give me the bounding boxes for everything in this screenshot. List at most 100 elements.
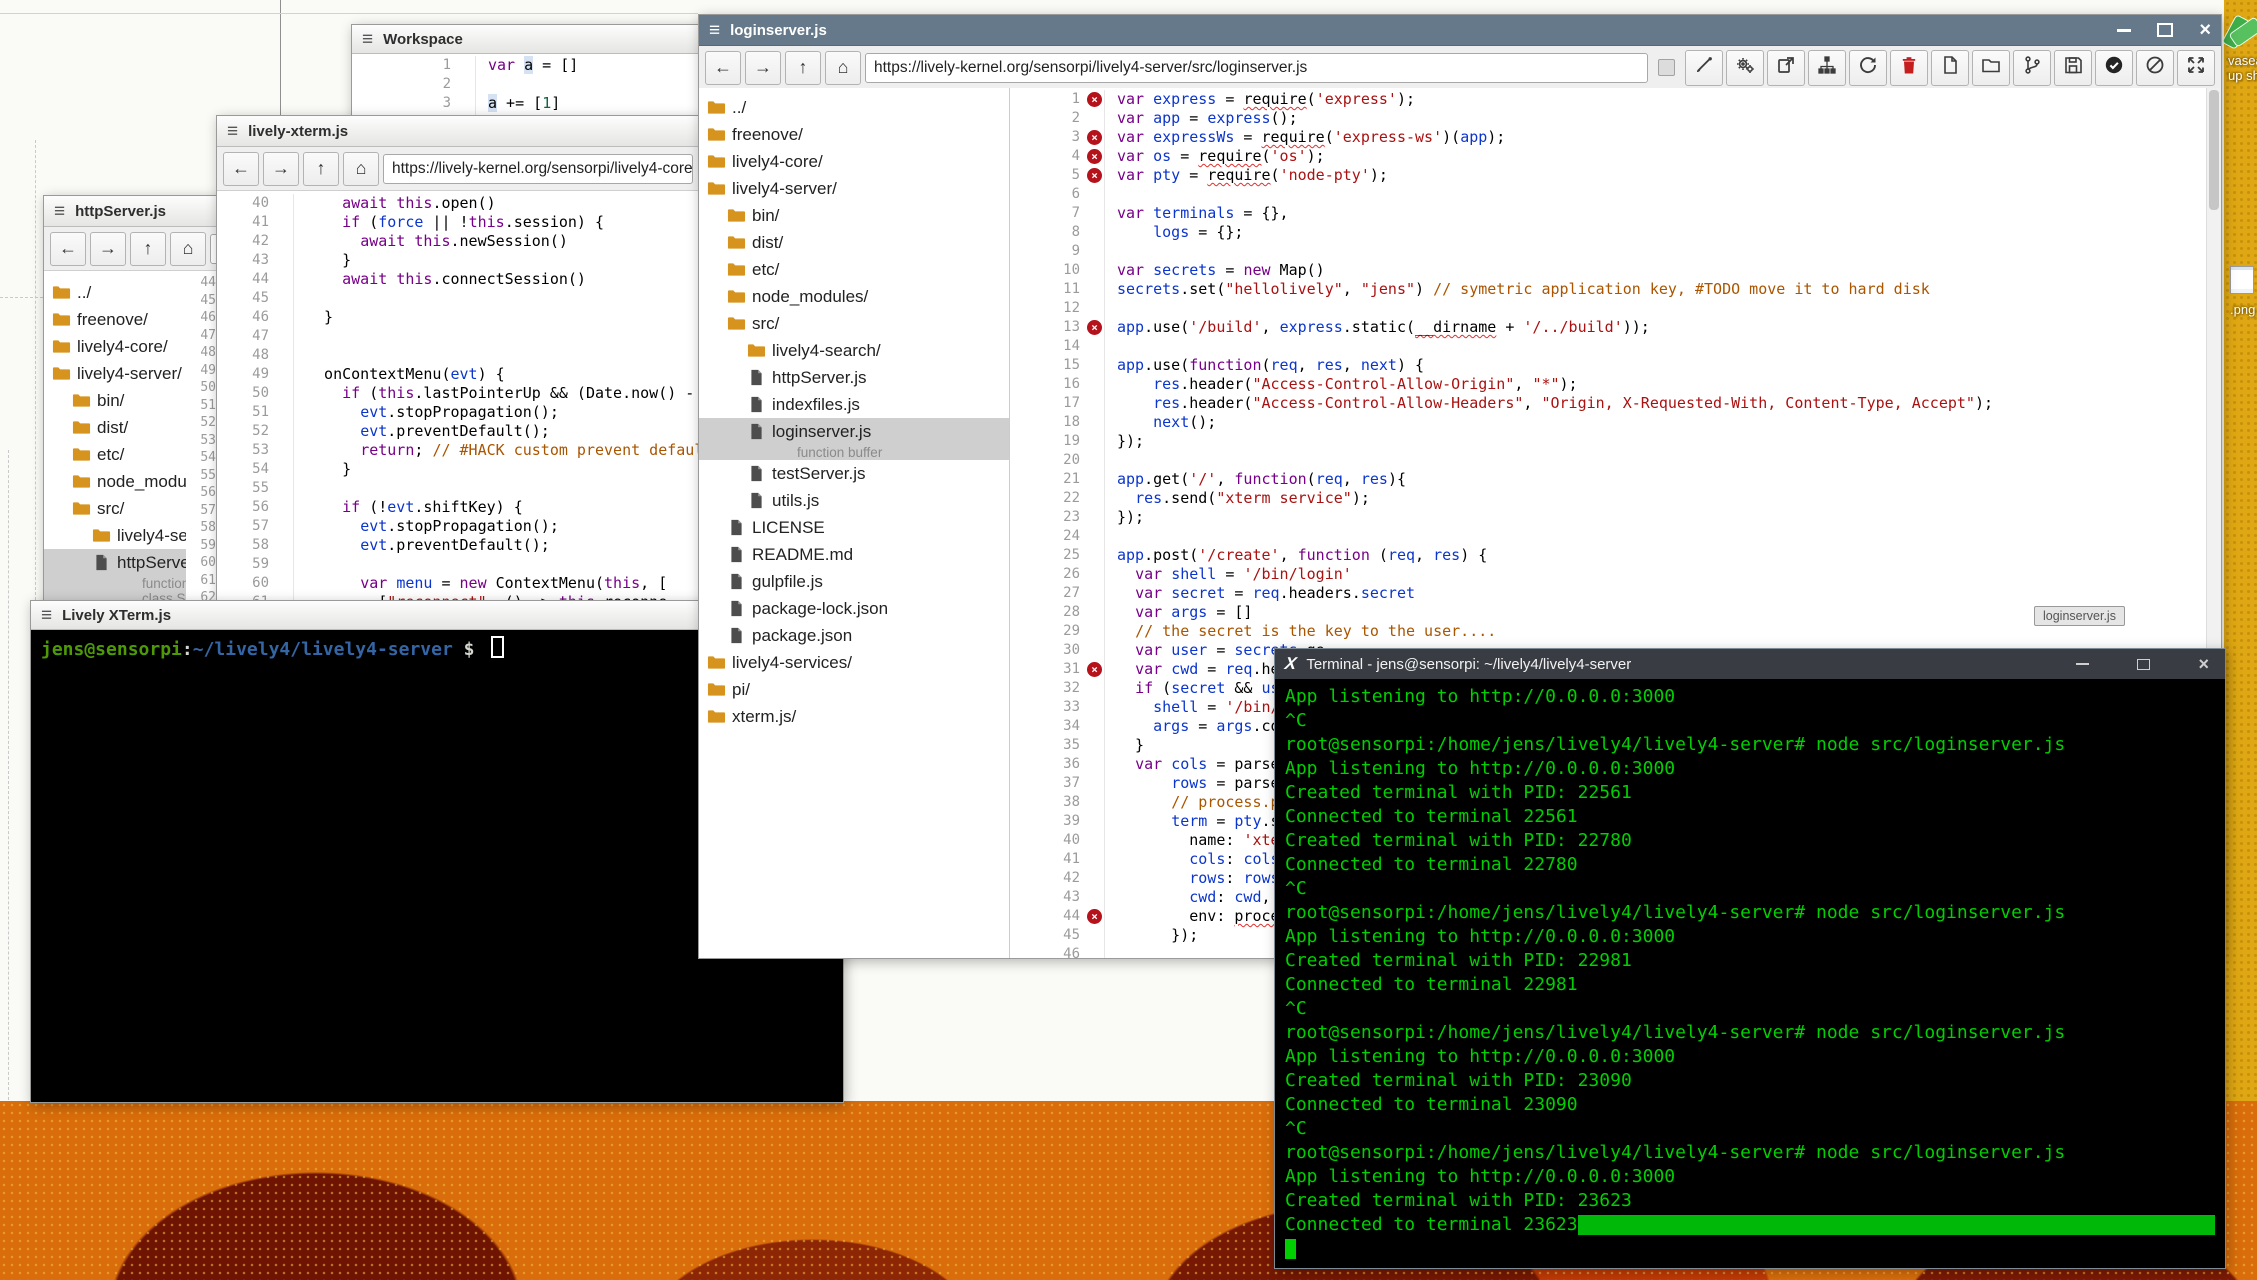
minimize-icon[interactable] xyxy=(2117,29,2131,32)
tree-item-src[interactable]: src/ xyxy=(44,495,186,522)
open-in-new-button[interactable] xyxy=(1767,50,1805,86)
gears-button[interactable] xyxy=(1726,50,1764,86)
menu-icon[interactable]: ≡ xyxy=(709,21,720,40)
tree-item-[interactable]: ../ xyxy=(44,279,186,306)
tree-item-node-modules[interactable]: node_modules/ xyxy=(44,468,186,495)
tree-item-bin[interactable]: bin/ xyxy=(699,202,1009,229)
tree-item-lively4-server[interactable]: lively4-server/ xyxy=(44,360,186,387)
sitemap-button[interactable] xyxy=(1808,50,1846,86)
tree-item-xterm-js[interactable]: xterm.js/ xyxy=(699,703,1009,730)
error-marker-icon[interactable]: × xyxy=(1087,662,1102,677)
error-marker-icon[interactable]: × xyxy=(1087,149,1102,164)
httpserver-line-numbers: 44454647484950515253545556575859606162 xyxy=(190,274,216,607)
workspace-titlebar[interactable]: ≡ Workspace xyxy=(352,25,752,54)
toolbar-checkbox[interactable] xyxy=(1658,59,1675,76)
menu-icon[interactable]: ≡ xyxy=(227,122,238,141)
refresh-button[interactable] xyxy=(1849,50,1887,86)
tree-item-license[interactable]: LICENSE xyxy=(699,514,1009,541)
tree-item-etc[interactable]: etc/ xyxy=(699,256,1009,283)
url-field[interactable]: https://lively-kernel.org/sensorpi/livel… xyxy=(865,53,1648,83)
forward-button[interactable]: → xyxy=(90,232,126,266)
save-button[interactable] xyxy=(2054,50,2092,86)
tree-item-src[interactable]: src/ xyxy=(699,310,1009,337)
tree-item-lively4-core[interactable]: lively4-core/ xyxy=(44,333,186,360)
menu-icon[interactable]: ≡ xyxy=(362,30,373,49)
tree-item-utils-js[interactable]: utils.js xyxy=(699,487,1009,514)
minimize-icon[interactable] xyxy=(2076,663,2089,665)
cancel-button[interactable] xyxy=(2136,50,2174,86)
forward-button[interactable]: → xyxy=(263,152,299,186)
tree-item-lively4-services[interactable]: lively4-services/ xyxy=(699,649,1009,676)
tree-item-pi[interactable]: pi/ xyxy=(699,676,1009,703)
tree-item-readme-md[interactable]: README.md xyxy=(699,541,1009,568)
up-button[interactable]: ↑ xyxy=(785,51,821,85)
home-button[interactable]: ⌂ xyxy=(343,152,379,186)
maximize-icon[interactable] xyxy=(2137,659,2150,670)
error-marker-icon[interactable]: × xyxy=(1087,130,1102,145)
desktop-icon-png-image[interactable]: .png xyxy=(2230,266,2255,317)
tree-item-httpserver-js[interactable]: httpServer.js xyxy=(699,364,1009,391)
trash-button[interactable] xyxy=(1890,50,1928,86)
accept-button[interactable] xyxy=(2095,50,2133,86)
home-button[interactable]: ⌂ xyxy=(825,51,861,85)
tree-item-loginserver-js[interactable]: loginserver.js xyxy=(699,418,1009,445)
back-button[interactable]: ← xyxy=(705,51,741,85)
code-text: // the secret is the key to the user.... xyxy=(1105,622,1496,641)
scrollbar-thumb[interactable] xyxy=(2209,90,2219,210)
tree-item-package-lock-json[interactable]: package-lock.json xyxy=(699,595,1009,622)
up-button[interactable]: ↑ xyxy=(303,152,339,186)
back-button[interactable]: ← xyxy=(223,152,259,186)
terminal-titlebar[interactable]: X Terminal - jens@sensorpi: ~/lively4/li… xyxy=(1275,649,2225,680)
line-number: 38 xyxy=(1010,793,1105,812)
url-field[interactable]: https://lively-kernel.org/sensorpi/livel… xyxy=(383,154,693,184)
terminal-line: App listening to http://0.0.0.0:3000 xyxy=(1285,685,2215,709)
line-number: 47 xyxy=(217,327,294,346)
tree-item-freenove[interactable]: freenove/ xyxy=(44,306,186,333)
tree-item-lively4-core[interactable]: lively4-core/ xyxy=(699,148,1009,175)
tree-item-annotation[interactable]: function buffer xyxy=(699,445,1009,460)
tree-item-bin[interactable]: bin/ xyxy=(44,387,186,414)
tree-item-node-modules[interactable]: node_modules/ xyxy=(699,283,1009,310)
up-button[interactable]: ↑ xyxy=(130,232,166,266)
error-marker-icon[interactable]: × xyxy=(1087,909,1102,924)
expand-button[interactable] xyxy=(2177,50,2215,86)
tree-item-annotation[interactable]: function log xyxy=(44,576,186,591)
tree-item-gulpfile-js[interactable]: gulpfile.js xyxy=(699,568,1009,595)
tree-item-etc[interactable]: etc/ xyxy=(44,441,186,468)
terminal-screen[interactable]: App listening to http://0.0.0.0:3000^Cro… xyxy=(1275,679,2225,1268)
tree-item-dist[interactable]: dist/ xyxy=(699,229,1009,256)
tree-item-package-json[interactable]: package.json xyxy=(699,622,1009,649)
close-icon[interactable]: × xyxy=(2198,655,2209,673)
desktop-icon-network-share[interactable]: vasea up shar xyxy=(2228,16,2257,83)
tree-item-lively4-server[interactable]: lively4-server/ xyxy=(699,175,1009,202)
error-marker-icon[interactable]: × xyxy=(1087,168,1102,183)
tree-item-freenove[interactable]: freenove/ xyxy=(699,121,1009,148)
tree-item-[interactable]: ../ xyxy=(699,94,1009,121)
tree-item-label: testServer.js xyxy=(772,464,866,484)
new-file-button[interactable] xyxy=(1931,50,1969,86)
error-marker-icon[interactable]: × xyxy=(1087,92,1102,107)
lively-xterm-titlebar[interactable]: ≡ lively-xterm.js xyxy=(217,116,699,147)
maximize-icon[interactable] xyxy=(2157,23,2173,37)
tree-item-testserver-js[interactable]: testServer.js xyxy=(699,460,1009,487)
loginserver-titlebar[interactable]: ≡ loginserver.js × xyxy=(699,15,2221,46)
tree-item-indexfiles-js[interactable]: indexfiles.js xyxy=(699,391,1009,418)
tree-item-lively4-search[interactable]: lively4-search/ xyxy=(699,337,1009,364)
loginserver-file-tree[interactable]: ../freenove/lively4-core/lively4-server/… xyxy=(699,88,1010,958)
folder-button[interactable] xyxy=(1972,50,2010,86)
close-icon[interactable]: × xyxy=(2199,20,2211,40)
folder-icon xyxy=(72,473,91,490)
forward-button[interactable]: → xyxy=(745,51,781,85)
tree-item-dist[interactable]: dist/ xyxy=(44,414,186,441)
menu-icon[interactable]: ≡ xyxy=(54,202,65,221)
code-line: 50 if (this.lastPointerUp && (Date.now()… xyxy=(217,384,699,403)
lively-xterm-code-editor[interactable]: 40 await this.open()41 if (force || !thi… xyxy=(217,191,699,608)
back-button[interactable]: ← xyxy=(50,232,86,266)
error-marker-icon[interactable]: × xyxy=(1087,320,1102,335)
menu-icon[interactable]: ≡ xyxy=(41,606,52,625)
tree-item-httpserver-js[interactable]: httpServer.js xyxy=(44,549,186,576)
tree-item-lively4-search[interactable]: lively4-search xyxy=(44,522,186,549)
home-button[interactable]: ⌂ xyxy=(170,232,206,266)
paintbrush-button[interactable] xyxy=(1685,50,1723,86)
git-branch-button[interactable] xyxy=(2013,50,2051,86)
